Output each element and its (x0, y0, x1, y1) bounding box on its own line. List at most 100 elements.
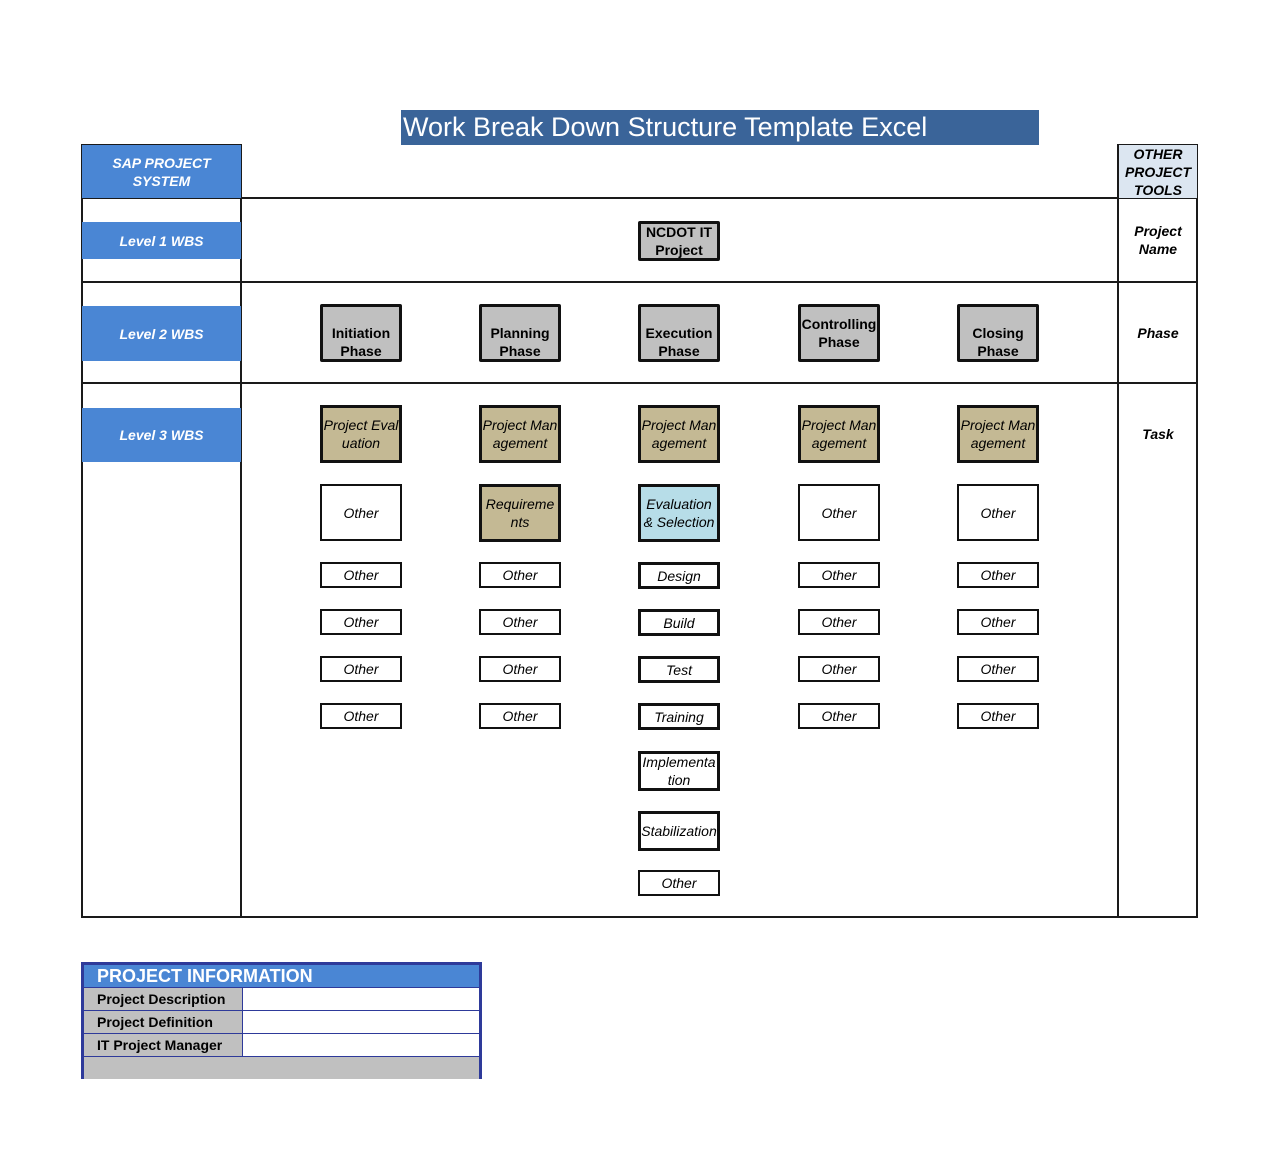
task-node-other[interactable]: Other (320, 609, 402, 635)
project-definition-field[interactable] (243, 1011, 479, 1033)
task-node-design[interactable]: Design (638, 562, 720, 589)
task-label: Other (980, 614, 1016, 630)
task-node-other[interactable]: Other (320, 656, 402, 682)
task-node-project-evaluation[interactable]: Project Evaluation (320, 405, 402, 463)
task-node-project-management[interactable]: Project Management (798, 405, 880, 463)
task-node-other[interactable]: Other (798, 562, 880, 588)
task-node-other[interactable]: Other (798, 484, 880, 541)
task-label: Project Management (960, 417, 1036, 451)
task-label: Project Management (482, 417, 558, 451)
task-label: Requirements (485, 496, 555, 530)
project-info-row: IT Project Manager (84, 1033, 479, 1056)
sap-project-system-header: SAP PROJECT SYSTEM (82, 145, 241, 198)
task-node-project-management[interactable]: Project Management (638, 405, 720, 463)
project-info-row: Project Description (84, 987, 479, 1010)
frame-bottom-border (81, 916, 1198, 918)
row-divider-2 (81, 281, 1198, 283)
task-label: Project Evaluation (323, 417, 399, 451)
task-node-other[interactable]: Other (479, 609, 561, 635)
phase-node-controlling-phase[interactable]: Controlling Phase (798, 304, 880, 362)
task-label: Other (821, 708, 857, 724)
project-info-footer (84, 1056, 479, 1079)
it-project-manager-label: IT Project Manager (84, 1034, 243, 1056)
task-label: Other (343, 567, 379, 583)
task-label: Other (980, 567, 1016, 583)
frame-left-divider (240, 144, 242, 918)
phase-label: Controlling Phase (801, 316, 877, 350)
phase-label: Closing Phase (972, 325, 1024, 359)
task-node-implementation[interactable]: Implementation (638, 751, 720, 791)
task-node-other[interactable]: Other (479, 656, 561, 682)
task-node-other[interactable]: Other (320, 703, 402, 729)
task-label: Other (343, 504, 379, 521)
task-label: Test (666, 661, 692, 678)
task-node-other[interactable]: Other (638, 870, 720, 896)
project-description-field[interactable] (243, 988, 479, 1010)
task-node-evaluation-and-selection[interactable]: Evaluation & Selection (638, 484, 720, 542)
phase-label: Planning Phase (490, 325, 550, 359)
other-project-tools-header: OTHER PROJECT TOOLS (1119, 145, 1197, 198)
wbs-root-label: NCDOT IT Project (645, 224, 713, 258)
phase-label: Initiation Phase (331, 325, 391, 359)
task-label: Training (654, 708, 704, 725)
task-label: Project Management (801, 417, 877, 451)
project-information-header: PROJECT INFORMATION (84, 965, 479, 987)
project-information-table: PROJECT INFORMATION Project Description … (81, 962, 482, 1079)
task-node-other[interactable]: Other (320, 562, 402, 588)
tools-label-text: Project Name (1134, 223, 1182, 257)
it-project-manager-field[interactable] (243, 1034, 479, 1056)
task-node-other[interactable]: Other (479, 703, 561, 729)
task-label: Other (502, 567, 538, 583)
tools-label-task: Task (1142, 426, 1174, 442)
project-definition-label: Project Definition (84, 1011, 243, 1033)
task-label: Implementation (642, 754, 716, 788)
task-node-other[interactable]: Other (957, 484, 1039, 541)
task-label: Other (502, 661, 538, 677)
task-node-project-management[interactable]: Project Management (479, 405, 561, 463)
task-node-test[interactable]: Test (638, 656, 720, 683)
task-label: Other (502, 614, 538, 630)
tools-label-project-name: Project Name (1119, 222, 1197, 258)
task-label: Other (980, 504, 1016, 521)
tools-label-phase: Phase (1137, 325, 1179, 341)
frame-left-border (81, 144, 83, 918)
task-node-other[interactable]: Other (957, 656, 1039, 682)
task-label: Evaluation & Selection (643, 496, 715, 530)
phase-node-closing-phase[interactable]: Closing Phase (957, 304, 1039, 362)
phase-node-planning-phase[interactable]: Planning Phase (479, 304, 561, 362)
task-node-other[interactable]: Other (798, 703, 880, 729)
task-node-stabilization[interactable]: Stabilization (638, 811, 720, 851)
page-title: Work Break Down Structure Template Excel (401, 110, 1039, 145)
task-node-other[interactable]: Other (957, 703, 1039, 729)
phase-label: Execution Phase (645, 325, 713, 359)
phase-node-execution-phase[interactable]: Execution Phase (638, 304, 720, 362)
level-2-wbs-label: Level 2 WBS (82, 306, 241, 361)
task-node-other[interactable]: Other (798, 656, 880, 682)
task-node-requirements[interactable]: Requirements (479, 484, 561, 542)
task-label: Project Management (641, 417, 717, 451)
task-node-other[interactable]: Other (957, 562, 1039, 588)
task-node-training[interactable]: Training (638, 703, 720, 730)
frame-right-border (1196, 144, 1198, 918)
task-label: Other (980, 708, 1016, 724)
task-label: Other (821, 614, 857, 630)
task-node-other[interactable]: Other (798, 609, 880, 635)
task-label: Other (821, 661, 857, 677)
level-3-wbs-label: Level 3 WBS (82, 408, 241, 462)
row-divider-1 (81, 197, 1198, 199)
phase-node-initiation-phase[interactable]: Initiation Phase (320, 304, 402, 362)
task-node-project-management[interactable]: Project Management (957, 405, 1039, 463)
task-node-other[interactable]: Other (479, 562, 561, 588)
task-node-build[interactable]: Build (638, 609, 720, 636)
tools-header-text: OTHER PROJECT TOOLS (1124, 145, 1192, 198)
task-label: Stabilization (641, 823, 717, 839)
level-1-wbs-label: Level 1 WBS (82, 222, 241, 259)
wbs-root-node[interactable]: NCDOT IT Project (638, 221, 720, 261)
task-label: Other (502, 708, 538, 724)
frame-right-divider (1117, 144, 1119, 918)
task-node-other[interactable]: Other (957, 609, 1039, 635)
sap-header-text: SAP PROJECT SYSTEM (112, 154, 211, 189)
task-label: Other (980, 661, 1016, 677)
task-node-other[interactable]: Other (320, 484, 402, 541)
row-divider-3 (81, 382, 1198, 384)
